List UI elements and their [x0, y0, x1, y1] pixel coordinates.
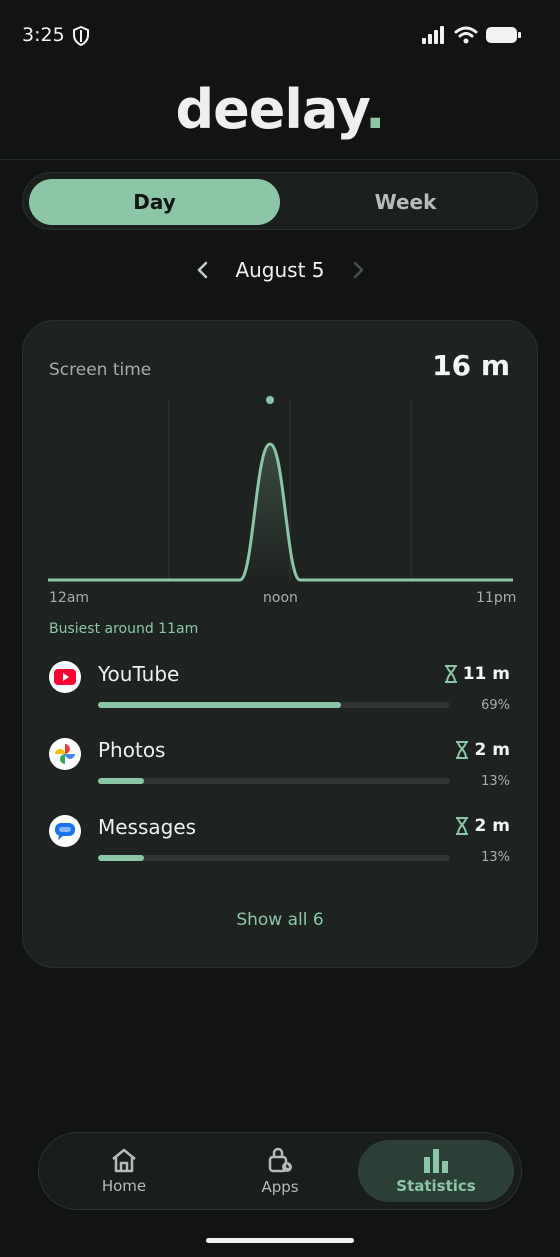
app-name-photos[interactable]: Photos [98, 738, 165, 762]
tab-day[interactable]: Day [29, 179, 280, 225]
usage-bar-fill [98, 702, 341, 708]
youtube-icon [49, 661, 81, 693]
axis-label-start: 12am [49, 590, 90, 606]
nav-statistics[interactable]: Statistics [356, 1132, 516, 1210]
axis-label-end: 11pm [476, 590, 517, 606]
header-divider [0, 159, 560, 160]
chevron-left-icon[interactable] [193, 258, 213, 282]
home-icon [112, 1148, 136, 1173]
shield-icon [73, 26, 89, 46]
app-logo: deelay. [0, 78, 560, 141]
bar-chart-icon [424, 1149, 448, 1173]
app-name-youtube[interactable]: YouTube [98, 662, 179, 686]
usage-bar-messages [98, 855, 450, 861]
app-percent-messages: 13% [481, 850, 510, 865]
hourglass-icon [445, 665, 457, 683]
date-label: August 5 [235, 258, 325, 282]
nav-apps[interactable]: Apps [200, 1132, 360, 1210]
chevron-right-icon[interactable] [348, 258, 368, 282]
logo-text: deelay [175, 78, 366, 141]
usage-bar-fill [98, 778, 144, 784]
status-time: 3:25 [22, 24, 65, 46]
nav-home-label: Home [101, 1177, 147, 1195]
logo-dot: . [364, 78, 385, 141]
hourglass-icon [456, 741, 468, 759]
signal-icon [422, 26, 444, 44]
usage-bar-youtube [98, 702, 450, 708]
app-time-youtube: 11 m [462, 664, 510, 684]
nav-statistics-label: Statistics [396, 1177, 476, 1195]
usage-bar-fill [98, 855, 144, 861]
usage-bar-photos [98, 778, 450, 784]
app-time-messages: 2 m [474, 816, 510, 836]
busiest-hint: Busiest around 11am [49, 621, 199, 637]
nav-home[interactable]: Home [44, 1132, 204, 1210]
app-percent-youtube: 69% [481, 698, 510, 713]
app-lock-icon [268, 1147, 292, 1173]
app-time-photos: 2 m [474, 740, 510, 760]
usage-area [243, 444, 297, 580]
app-percent-photos: 13% [481, 774, 510, 789]
usage-chart [48, 396, 513, 582]
battery-icon [486, 27, 521, 43]
screen-time-title: Screen time [49, 360, 152, 380]
hourglass-icon [456, 817, 468, 835]
nav-apps-label: Apps [261, 1178, 299, 1196]
photos-icon [49, 738, 81, 770]
screen-time-total: 16 m [432, 349, 510, 382]
peak-marker [266, 396, 274, 404]
home-indicator [206, 1238, 354, 1243]
app-name-messages[interactable]: Messages [98, 815, 196, 839]
axis-label-mid: noon [263, 590, 298, 606]
messages-icon [49, 815, 81, 847]
status-icons [422, 26, 522, 44]
wifi-icon [454, 26, 478, 44]
tab-week[interactable]: Week [280, 179, 531, 225]
show-all-button[interactable]: Show all 6 [0, 910, 560, 930]
